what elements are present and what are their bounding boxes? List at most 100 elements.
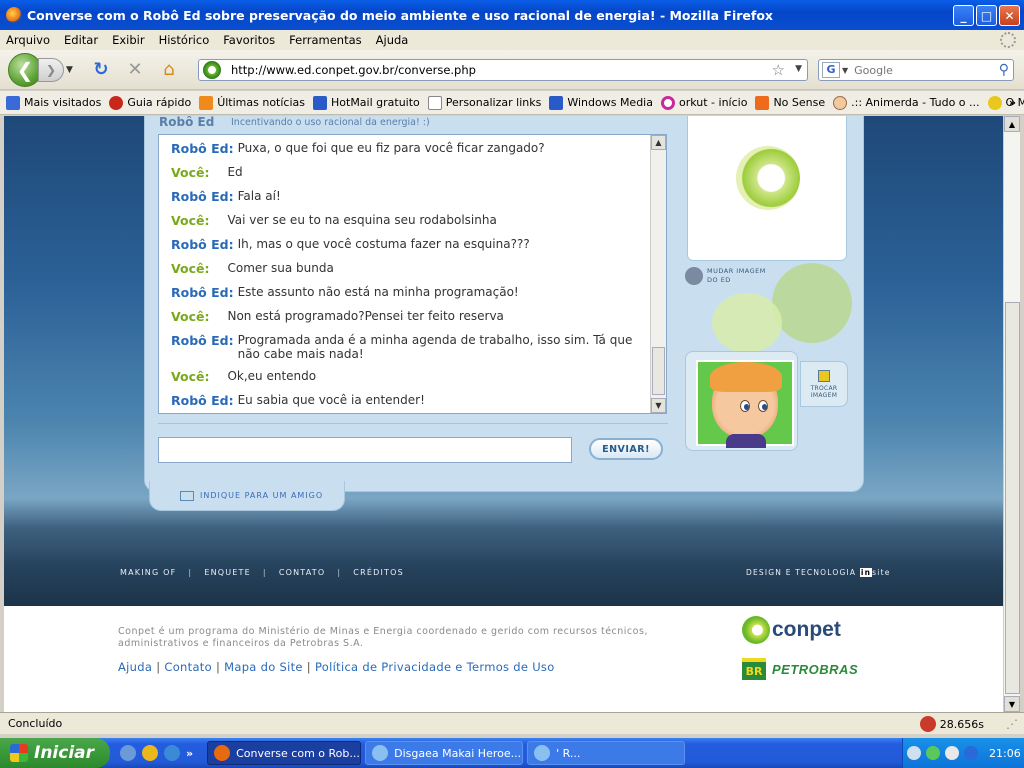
minimize-button[interactable]: _ <box>953 5 974 26</box>
antivirus-icon[interactable] <box>964 746 978 760</box>
chat-scrollbar[interactable]: ▲ ▼ <box>650 135 666 413</box>
speaker-label: Robô Ed <box>171 285 229 300</box>
menu-ferramentas[interactable]: Ferramentas <box>289 33 361 47</box>
scroll-down-icon[interactable]: ▼ <box>1004 696 1020 712</box>
scroll-up-icon[interactable]: ▲ <box>1004 116 1020 132</box>
footer-link-making-of[interactable]: MAKING OF <box>120 568 176 577</box>
footer-link-contato[interactable]: CONTATO <box>279 568 326 577</box>
reload-icon[interactable]: ↻ <box>90 59 112 81</box>
recommend-tab[interactable]: INDIQUE PARA UM AMIGO <box>149 481 345 511</box>
maximize-button[interactable]: □ <box>976 5 997 26</box>
swap-image-button[interactable]: TROCAR IMAGEM <box>800 361 848 407</box>
change-image-link[interactable]: MUDAR IMAGEM DO ED <box>685 263 785 289</box>
menu-exibir[interactable]: Exibir <box>112 33 145 47</box>
bookmark-item[interactable]: Windows Media <box>549 95 653 110</box>
chat-message: Robô Ed: Ih, mas o que você costuma fazer… <box>171 237 530 252</box>
petrobras-br-icon: BR <box>742 658 766 680</box>
chat-message: Você: Non está programado?Pensei ter feit… <box>171 309 504 324</box>
url-dropdown-icon[interactable]: ▼ <box>795 64 802 74</box>
link-privacidade[interactable]: Política de Privacidade e Termos de Uso <box>315 660 555 674</box>
avatar-eye <box>740 400 750 412</box>
menu-arquivo[interactable]: Arquivo <box>6 33 50 47</box>
application-icon <box>534 745 551 761</box>
chat-message: Robô Ed: Puxa, o que foi que eu fiz para … <box>171 141 545 156</box>
conpet-logo[interactable]: conpet <box>742 616 841 644</box>
quick-launch-more-icon[interactable]: » <box>186 747 193 760</box>
bookmark-item[interactable]: Mais visitados <box>6 95 101 110</box>
bookmark-item[interactable]: orkut - início <box>660 95 747 110</box>
scroll-up-icon[interactable]: ▲ <box>651 135 666 150</box>
internet-explorer-icon[interactable] <box>164 745 180 761</box>
search-engine-dropdown-icon[interactable]: ▼ <box>842 66 848 75</box>
addon-icon[interactable] <box>919 716 936 732</box>
menu-ajuda[interactable]: Ajuda <box>376 33 409 47</box>
url-bar[interactable]: http://www.ed.conpet.gov.br/converse.php… <box>198 59 808 81</box>
conpet-swirl-icon <box>736 146 800 210</box>
network-icon[interactable] <box>926 746 940 760</box>
ebay-icon[interactable] <box>142 745 158 761</box>
face-icon <box>833 95 848 110</box>
bookmark-item[interactable]: O Menino Chorão <box>987 95 1024 110</box>
link-ajuda[interactable]: Ajuda <box>118 660 152 674</box>
tray-arrow-icon[interactable] <box>907 746 921 760</box>
page-scroll-thumb[interactable] <box>1005 302 1020 694</box>
link-mapa-do-site[interactable]: Mapa do Site <box>224 660 303 674</box>
bookmark-item[interactable]: No Sense <box>755 95 825 110</box>
insite-logo-text: site <box>872 568 891 577</box>
bookmark-item[interactable]: Guia rápido <box>109 95 191 110</box>
design-credit-text: DESIGN E TECNOLOGIA <box>746 568 857 577</box>
menu-historico[interactable]: Histórico <box>159 33 210 47</box>
bot-tagline: Incentivando o uso racional da energia! … <box>231 117 430 128</box>
clock: 21:06 <box>989 746 1021 760</box>
page-scrollbar[interactable]: ▲ ▼ <box>1003 116 1020 712</box>
speaker-colon: : <box>228 393 234 408</box>
bookmark-star-icon[interactable]: ☆ <box>772 61 785 79</box>
taskbar-item-window[interactable]: ' R... <box>527 741 686 765</box>
url-text[interactable]: http://www.ed.conpet.gov.br/converse.php <box>231 63 476 77</box>
search-input[interactable] <box>854 63 995 77</box>
menu-favoritos[interactable]: Favoritos <box>223 33 275 47</box>
message-text: Ih, mas o que você costuma fazer na esqu… <box>237 237 530 251</box>
bookmarks-overflow-icon[interactable]: » <box>1009 96 1016 109</box>
search-engine-icon[interactable]: G <box>822 62 840 78</box>
bookmark-item[interactable]: .:: Animerda - Tudo o ... <box>833 95 980 110</box>
bookmark-item[interactable]: HotMail gratuito <box>313 95 420 110</box>
forward-button[interactable]: ❯ <box>38 57 64 82</box>
image-icon <box>818 369 830 382</box>
send-button[interactable]: ENVIAR! <box>589 438 663 460</box>
design-credit[interactable]: DESIGN E TECNOLOGIA insite <box>746 568 891 577</box>
scroll-down-icon[interactable]: ▼ <box>651 398 666 413</box>
avatar-hair <box>710 362 782 392</box>
search-bar[interactable]: G ▼ ⚲ <box>818 59 1014 81</box>
footer-link-creditos[interactable]: CRÉDITOS <box>353 568 404 577</box>
message-input[interactable] <box>158 437 572 463</box>
chat-log[interactable]: Robô Ed: Puxa, o que foi que eu fiz para … <box>158 134 667 414</box>
taskbar-item-firefox[interactable]: Converse com o Rob... <box>207 741 362 765</box>
scroll-thumb[interactable] <box>652 347 665 395</box>
close-button[interactable]: ✕ <box>999 5 1020 26</box>
site-favicon-icon <box>203 61 221 79</box>
stop-icon[interactable]: ✕ <box>124 59 146 81</box>
system-tray: 21:06 <box>902 738 1024 768</box>
orkut-icon <box>660 95 675 110</box>
search-icon[interactable]: ⚲ <box>999 62 1009 78</box>
history-dropdown-icon[interactable]: ▼ <box>66 65 78 75</box>
bookmark-item[interactable]: Personalizar links <box>427 95 541 110</box>
back-button[interactable]: ❮ <box>8 52 42 87</box>
footer-links: Ajuda | Contato | Mapa do Site | Política de P… <box>118 660 555 674</box>
show-desktop-icon[interactable] <box>120 745 136 761</box>
speaker-colon: : <box>228 237 234 252</box>
speaker-colon: : <box>228 141 234 156</box>
start-button[interactable]: Iniciar <box>0 738 110 768</box>
home-icon[interactable]: ⌂ <box>158 59 180 81</box>
window-title: Converse com o Robô Ed sobre preservação… <box>27 7 773 23</box>
petrobras-logo[interactable]: BR PETROBRAS <box>742 658 858 680</box>
volume-icon[interactable] <box>945 746 959 760</box>
bookmark-item[interactable]: Últimas notícias <box>199 95 305 110</box>
resize-grip-icon[interactable]: ⋰ <box>1006 717 1018 731</box>
footer-link-enquete[interactable]: ENQUETE <box>204 568 251 577</box>
menu-editar[interactable]: Editar <box>64 33 98 47</box>
link-contato[interactable]: Contato <box>164 660 212 674</box>
speaker-label: Você <box>171 261 205 276</box>
taskbar-item-disgaea[interactable]: Disgaea Makai Heroe... <box>365 741 524 765</box>
